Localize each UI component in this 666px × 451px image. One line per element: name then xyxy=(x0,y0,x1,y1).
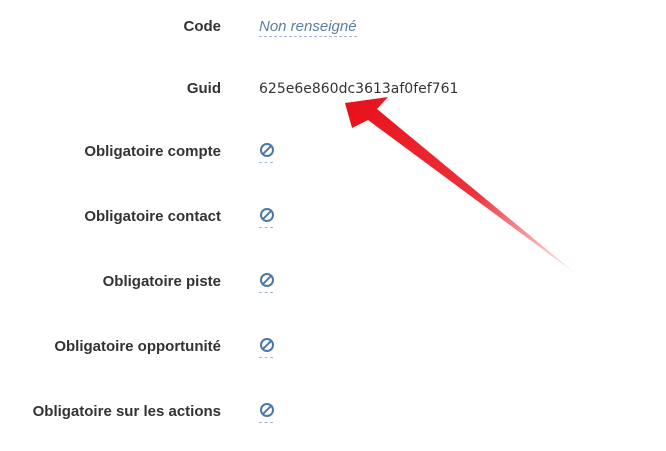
ban-icon xyxy=(260,273,274,287)
field-label-obligatoire-compte: Obligatoire compte xyxy=(84,143,221,160)
field-toggle-obligatoire-piste[interactable] xyxy=(259,270,274,293)
field-toggle-obligatoire-compte[interactable] xyxy=(259,140,274,163)
field-row-obligatoire-piste: Obligatoire piste xyxy=(0,268,666,298)
field-label-code: Code xyxy=(183,18,222,35)
field-toggle-obligatoire-opportunite[interactable] xyxy=(259,335,274,358)
field-row-obligatoire-actions: Obligatoire sur les actions xyxy=(0,398,666,428)
field-label-obligatoire-piste: Obligatoire piste xyxy=(102,273,221,290)
field-row-obligatoire-compte: Obligatoire compte xyxy=(0,138,666,168)
field-row-obligatoire-opportunite: Obligatoire opportunité xyxy=(0,333,666,363)
ban-icon xyxy=(260,143,274,157)
field-row-obligatoire-contact: Obligatoire contact xyxy=(0,203,666,233)
field-row-guid: Guid 625e6e860dc3613af0fef761 xyxy=(0,75,666,105)
ban-icon xyxy=(260,338,274,352)
field-value-guid: 625e6e860dc3613af0fef761 xyxy=(259,81,459,97)
field-toggle-obligatoire-contact[interactable] xyxy=(259,205,274,228)
field-label-obligatoire-opportunite: Obligatoire opportunité xyxy=(54,338,221,355)
field-label-obligatoire-contact: Obligatoire contact xyxy=(84,208,221,225)
field-label-guid: Guid xyxy=(186,80,221,97)
ban-icon xyxy=(260,208,274,222)
ban-icon xyxy=(260,403,274,417)
field-label-obligatoire-actions: Obligatoire sur les actions xyxy=(32,403,221,420)
field-row-code: Code Non renseigné xyxy=(0,13,666,43)
field-value-code[interactable]: Non renseigné xyxy=(259,18,357,37)
field-toggle-obligatoire-actions[interactable] xyxy=(259,400,274,423)
